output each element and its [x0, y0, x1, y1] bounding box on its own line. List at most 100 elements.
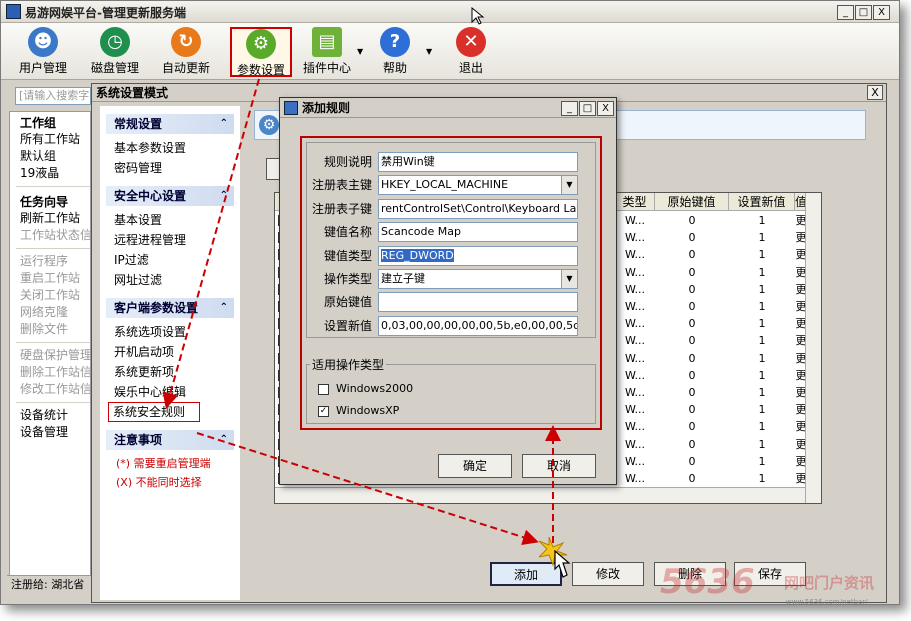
reg-subkey-value: rentControlSet\Control\Keyboard Layout: [381, 201, 577, 215]
category-item[interactable]: 密码管理: [100, 158, 240, 178]
vertical-scrollbar[interactable]: [805, 193, 821, 503]
task-item[interactable]: 工作站状态信: [10, 227, 90, 244]
chevron-down-icon[interactable]: ▼: [561, 270, 577, 288]
cell-new-value: 1: [758, 454, 766, 468]
reg-subkey-label: 注册表子键: [311, 201, 372, 216]
collapse-icon[interactable]: ⌃: [220, 114, 228, 134]
toolbar-plugins-button[interactable]: ▤ 插件中心: [297, 27, 357, 77]
category-item[interactable]: 系统选项设置: [100, 322, 240, 342]
watermark-text: 网吧门户资讯: [784, 574, 875, 592]
toolbar-label: 用户管理: [18, 61, 67, 75]
section-title: 安全中心设置: [114, 189, 187, 203]
task-title: 任务向导: [20, 195, 69, 209]
edit-button[interactable]: 修改: [572, 562, 644, 586]
os-checkbox[interactable]: [318, 384, 329, 395]
minimize-button[interactable]: _: [837, 5, 854, 20]
section-header[interactable]: 客户端参数设置 ⌃: [106, 298, 234, 318]
category-item[interactable]: 基本设置: [100, 210, 240, 230]
column-header[interactable]: 原始键值: [655, 193, 729, 211]
op-item[interactable]: 删除工作站信: [10, 364, 90, 381]
value-name-value: Scancode Map: [381, 225, 461, 239]
op-item[interactable]: 网络克隆: [10, 304, 90, 321]
category-item[interactable]: 远程进程管理: [100, 230, 240, 250]
operation-type-label: 操作类型: [323, 272, 372, 286]
section-header[interactable]: 常规设置 ⌃: [106, 114, 234, 134]
value-name-input[interactable]: Scancode Map: [378, 222, 578, 243]
collapse-icon[interactable]: ⌃: [220, 298, 228, 318]
collapse-icon[interactable]: ⌃: [220, 430, 228, 450]
dialog-icon: [284, 101, 298, 115]
column-header[interactable]: 设置新值: [729, 193, 795, 211]
task-item[interactable]: 刷新工作站: [10, 210, 90, 227]
original-value-input[interactable]: [378, 292, 578, 313]
cell-original-value: 0: [688, 403, 696, 417]
horizontal-scrollbar[interactable]: [275, 487, 805, 503]
toolbar-disk-button[interactable]: ◷ 磁盘管理: [85, 27, 145, 77]
category-item[interactable]: 网址过滤: [100, 270, 240, 290]
category-item[interactable]: 系统更新项: [100, 362, 240, 382]
cell-type: W...: [624, 368, 646, 382]
dialog-close-button[interactable]: X: [867, 85, 883, 100]
cancel-button[interactable]: 取消: [522, 454, 596, 478]
op-item[interactable]: 硬盘保护管理: [10, 347, 90, 364]
cell-new-value: 1: [758, 300, 766, 313]
cell-type: W...: [624, 403, 646, 417]
value-type-input[interactable]: REG_DWORD: [378, 245, 578, 266]
os-checkbox-label: WindowsXP: [336, 404, 400, 417]
help-dropdown-icon[interactable]: ▼: [426, 47, 432, 56]
watermark-brand: 5636: [660, 562, 755, 602]
stats-item[interactable]: 设备管理: [10, 424, 90, 441]
column-header[interactable]: 类型: [615, 193, 655, 211]
section-header[interactable]: 注意事项 ⌃: [106, 430, 234, 450]
cell-new-value: 1: [758, 420, 766, 434]
os-checkbox[interactable]: ✓: [318, 406, 329, 417]
dialog-maximize-button[interactable]: □: [579, 101, 596, 116]
new-value-input[interactable]: 0,03,00,00,00,00,00,5b,e0,00,00,5c,e0: [378, 315, 578, 336]
category-item[interactable]: 基本参数设置: [100, 138, 240, 158]
cell-original-value: 0: [688, 368, 696, 382]
cell-type: W...: [624, 248, 646, 262]
toolbar-user-button[interactable]: ☻ 用户管理: [13, 27, 73, 77]
dialog-title-text: 添加规则: [302, 101, 351, 115]
dialog-close-button[interactable]: X: [597, 101, 614, 116]
category-item[interactable]: 娱乐中心编辑: [100, 382, 240, 402]
category-item[interactable]: 开机启动项: [100, 342, 240, 362]
settings-gear-icon: ⚙: [259, 115, 279, 135]
toolbar-update-button[interactable]: ↻ 自动更新: [155, 27, 217, 77]
section-title: 客户端参数设置: [114, 301, 199, 315]
op-item[interactable]: 关闭工作站: [10, 287, 90, 304]
toolbar-label: 帮助: [382, 61, 407, 75]
close-button[interactable]: X: [873, 5, 890, 20]
toolbar-help-button[interactable]: ? 帮助: [369, 27, 421, 77]
group-item[interactable]: 所有工作站: [10, 131, 90, 148]
collapse-icon[interactable]: ⌃: [220, 186, 228, 206]
toolbar-exit-button[interactable]: ✕ 退出: [447, 27, 495, 77]
category-item[interactable]: IP过滤: [100, 250, 240, 270]
group-item[interactable]: 默认组: [10, 148, 90, 165]
section-header[interactable]: 安全中心设置 ⌃: [106, 186, 234, 206]
dialog-minimize-button[interactable]: _: [561, 101, 578, 116]
maximize-button[interactable]: □: [855, 5, 872, 20]
toolbar-params-button[interactable]: ⚙ 参数设置: [230, 27, 292, 77]
toolbar: ☻ 用户管理 ◷ 磁盘管理 ↻ 自动更新 ⚙ 参数设置 ▤ 插件中心 ▼ ? 帮…: [1, 23, 899, 80]
rule-description-input[interactable]: 禁用Win键: [378, 152, 578, 172]
plugins-dropdown-icon[interactable]: ▼: [357, 47, 363, 56]
group-item[interactable]: 19液晶: [10, 165, 90, 182]
chevron-down-icon[interactable]: ▼: [561, 176, 577, 195]
cell-new-value: 1: [758, 386, 766, 399]
exit-icon: ✕: [456, 27, 486, 57]
os-type-group-title: 适用操作类型: [310, 356, 387, 373]
operation-type-select[interactable]: 建立子键 ▼: [378, 269, 578, 289]
reg-root-key-select[interactable]: HKEY_LOCAL_MACHINE ▼: [378, 175, 578, 196]
category-item-security-rules[interactable]: 系统安全规则: [108, 402, 200, 422]
op-item[interactable]: 重启工作站: [10, 270, 90, 287]
op-item[interactable]: 删除文件: [10, 321, 90, 338]
op-item[interactable]: 运行程序: [10, 253, 90, 270]
op-item[interactable]: 修改工作站信: [10, 381, 90, 398]
title-bar: 易游网娱平台-管理更新服务端 _ □ X: [1, 1, 899, 23]
reg-subkey-input[interactable]: rentControlSet\Control\Keyboard Layout: [378, 198, 578, 219]
user-computer-icon: ☻: [28, 27, 58, 57]
ok-button[interactable]: 确定: [438, 454, 512, 478]
stats-item[interactable]: 设备统计: [10, 407, 90, 424]
search-input[interactable]: [请输入搜索字: [15, 87, 91, 105]
